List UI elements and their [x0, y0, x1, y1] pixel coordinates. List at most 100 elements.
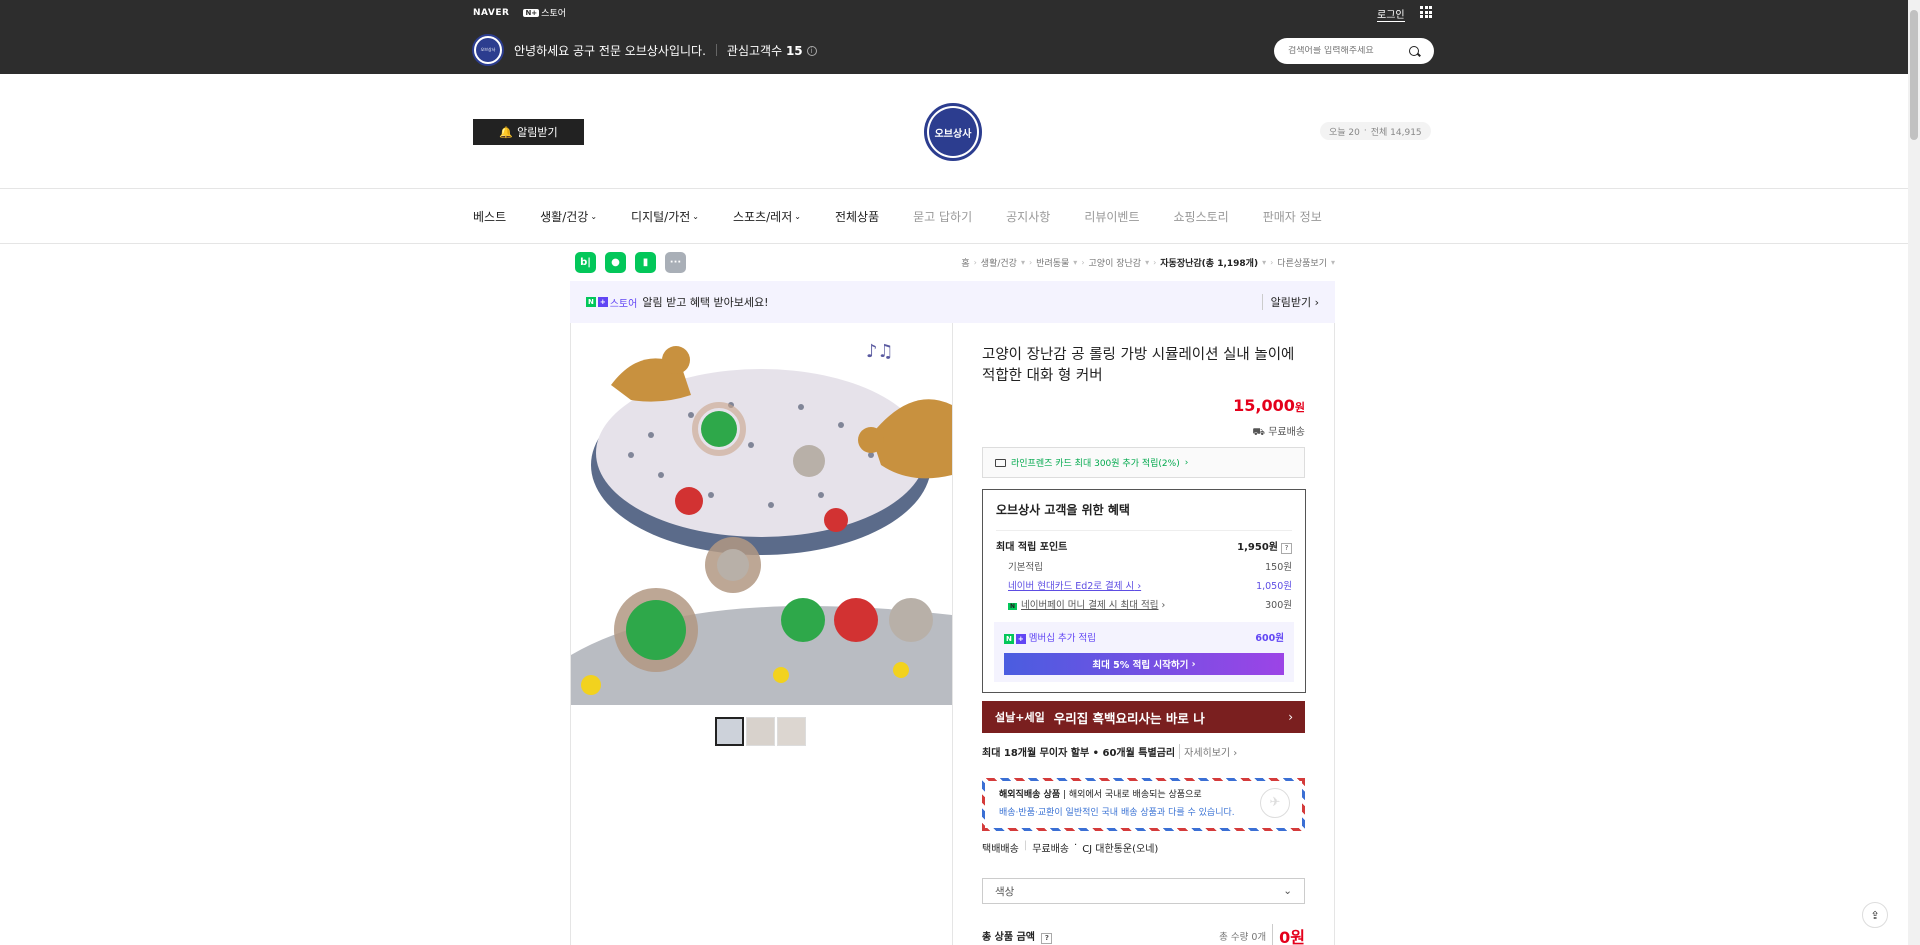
thumbnail-3[interactable]	[777, 717, 806, 746]
talk-share-icon[interactable]: ●	[605, 252, 626, 273]
login-link[interactable]: 로그인	[1377, 6, 1405, 22]
hyundai-card-row: 네이버 현대카드 Ed2로 결제 시 › 1,050원	[996, 578, 1292, 592]
bookmark-icon[interactable]: ▮	[635, 252, 656, 273]
nav-item[interactable]: 판매자 정보	[1263, 208, 1322, 225]
nav-item[interactable]: 생활/건강 ⌄	[540, 208, 597, 225]
fans-count: 관심고객수 15 i	[727, 42, 817, 59]
chevron-down-icon: ▾	[1145, 258, 1150, 267]
breadcrumb-separator: ›	[1081, 258, 1085, 267]
scrollbar-thumb[interactable]	[1910, 10, 1918, 140]
color-option-select[interactable]: 색상 ⌄	[982, 878, 1305, 904]
international-shipping-notice: 해외직배송 상품 | 해외에서 국내로 배송되는 상품으로 배송·반품·교환이 …	[982, 778, 1305, 831]
nav-item-label: 전체상품	[834, 209, 880, 224]
store-logo-text: 오브상사	[929, 108, 977, 156]
store-logo[interactable]: 오브상사	[924, 103, 982, 161]
nav-item[interactable]: 전체상품	[835, 208, 879, 225]
store-info-row: 오브상사 안녕하세요 공구 전문 오브상사입니다. 관심고객수 15 i	[472, 34, 817, 66]
nav-item[interactable]: 리뷰이벤트	[1084, 208, 1139, 225]
breadcrumb-item[interactable]: 다른상품보기	[1277, 256, 1327, 269]
more-icon[interactable]: ···	[665, 252, 686, 273]
max-points-row: 최대 적립 포인트 1,950원?	[996, 538, 1292, 554]
nav-item[interactable]: 공지사항	[1006, 208, 1050, 225]
page-scrollbar[interactable]	[1908, 0, 1920, 945]
promo-alert-label: 알림받기	[1270, 296, 1312, 309]
breadcrumb-separator: ›	[1153, 258, 1157, 267]
breadcrumb-item[interactable]: 홈	[961, 256, 969, 269]
store-profile-avatar[interactable]: 오브상사	[472, 34, 504, 66]
product-illustration: ♪♫	[571, 325, 952, 705]
category-nav: 베스트 생활/건강 ⌄ 디지털/가전 ⌄ 스포츠/레저 ⌄ 전체상품 묻고 답하기 공지사항 리뷰이…	[0, 188, 1908, 244]
truck-icon: ⛟	[1252, 427, 1265, 438]
breadcrumb-item[interactable]: 자동장난감(총 1,198개)	[1160, 256, 1258, 269]
thumbnail-row	[715, 717, 806, 746]
naver-logo[interactable]: NAVER	[473, 8, 509, 18]
svg-text:♪♫: ♪♫	[866, 341, 894, 362]
nav-item[interactable]: 쇼핑스토리	[1174, 208, 1229, 225]
color-option-label: 색상	[995, 885, 1015, 898]
nav-item-label: 묻고 답하기	[913, 209, 973, 224]
store-badge-text: 오브상사	[476, 38, 500, 62]
basic-points-label: 기본적립	[1008, 562, 1043, 573]
search-input[interactable]	[1288, 46, 1408, 56]
max-points-value: 1,950원	[1237, 542, 1278, 553]
seollal-sale-banner[interactable]: 설날+세일 우리집 흑백요리사는 바로 나 ›	[982, 701, 1305, 733]
installment-more-link[interactable]: 자세히보기 ›	[1179, 744, 1237, 759]
breadcrumb-item[interactable]: 반려동물	[1036, 256, 1069, 269]
nav-item[interactable]: 베스트	[473, 208, 506, 225]
product-price: 15,000원	[1150, 396, 1305, 415]
delivery-carrier: CJ 대한통운(오네)	[1082, 844, 1159, 855]
nav-item[interactable]: 묻고 답하기	[913, 208, 972, 225]
column-divider	[952, 323, 953, 945]
benefit-title: 오브상사 고객을 위한 혜택	[996, 501, 1292, 531]
nav-item[interactable]: 디지털/가전 ⌄	[631, 208, 699, 225]
n-plus-icon: N+	[523, 8, 540, 17]
breadcrumb-item[interactable]: 생활/건강	[981, 256, 1017, 269]
chevron-down-icon: ⌄	[794, 211, 801, 221]
shipping-info: ⛟ 무료배송	[1150, 423, 1305, 440]
banner-tag: 설날+세일	[995, 711, 1045, 724]
thumbnail-2[interactable]	[746, 717, 775, 746]
promo-store-label: 스토어	[609, 298, 638, 310]
blog-share-icon[interactable]: b|	[575, 252, 596, 273]
npay-link[interactable]: N 네이버페이 머니 결제 시 최대 적립 ›	[1008, 597, 1165, 611]
search-icon[interactable]	[1408, 45, 1421, 58]
total-quantity: 총 수량 0개	[1219, 932, 1267, 943]
breadcrumb-item[interactable]: 고양이 장난감	[1089, 256, 1142, 269]
help-icon[interactable]: ?	[1041, 933, 1053, 944]
benefit-box: 오브상사 고객을 위한 혜택 최대 적립 포인트 1,950원? 기본적립 15…	[982, 489, 1306, 693]
divider	[715, 44, 717, 56]
notify-button[interactable]: 🔔 알림받기	[473, 119, 584, 145]
card-benefit-link[interactable]: 라인프렌즈 카드 최대 300원 추가 적립(2%) ›	[982, 447, 1305, 478]
membership-label: 멤버십 추가 적립	[1028, 633, 1096, 644]
help-icon[interactable]: ?	[1281, 543, 1292, 554]
promo-alert-link[interactable]: 알림받기 ›	[1261, 294, 1319, 310]
bell-icon: 🔔	[499, 125, 514, 139]
plus-badge-icon: +	[597, 297, 608, 307]
intl-desc-2: 배송·반품·교환이 일반적인 국내 배송 상품과 다를 수 있습니다.	[999, 808, 1235, 818]
npay-value: 300원	[1265, 600, 1292, 611]
app-grid-icon[interactable]	[1420, 6, 1432, 18]
search-box	[1274, 38, 1434, 64]
product-main-image[interactable]: ♪♫	[571, 325, 952, 705]
hyundai-card-label: 네이버 현대카드 Ed2로 결제 시	[1008, 581, 1135, 592]
membership-start-button[interactable]: 최대 5% 적립 시작하기 ›	[1004, 653, 1284, 675]
price-value: 15,000	[1233, 396, 1295, 415]
thumbnail-1[interactable]	[715, 717, 744, 746]
membership-box: N + 멤버십 추가 적립 600원 최대 5% 적립 시작하기 ›	[994, 622, 1294, 682]
store-logo-label: 스토어	[541, 9, 567, 19]
naver-store-logo[interactable]: N+ 스토어	[523, 6, 566, 19]
breadcrumb-separator: ›	[973, 258, 977, 267]
price-unit: 원	[1294, 401, 1305, 414]
nav-item[interactable]: 스포츠/레저 ⌄	[733, 208, 801, 225]
hyundai-card-value: 1,050원	[1256, 581, 1292, 592]
n-plus-icon: N+	[1004, 634, 1026, 644]
fans-label: 관심고객수	[726, 43, 783, 58]
card-benefit-text: 라인프렌즈 카드 최대 300원 추가 적립(2%)	[1011, 459, 1180, 469]
npay-label: 네이버페이 머니 결제 시 최대 적립	[1021, 600, 1159, 611]
intl-desc-1: 해외에서 국내로 배송되는 상품으로	[1068, 790, 1202, 800]
share-icon[interactable]: ⇪	[1862, 902, 1888, 928]
info-icon[interactable]: i	[806, 46, 817, 56]
delivery-info: 택배배송 | 무료배송 · CJ 대한통운(오네)	[982, 840, 1159, 855]
nav-item-label: 스포츠/레저	[733, 209, 793, 224]
hyundai-card-link[interactable]: 네이버 현대카드 Ed2로 결제 시 ›	[1008, 578, 1141, 592]
